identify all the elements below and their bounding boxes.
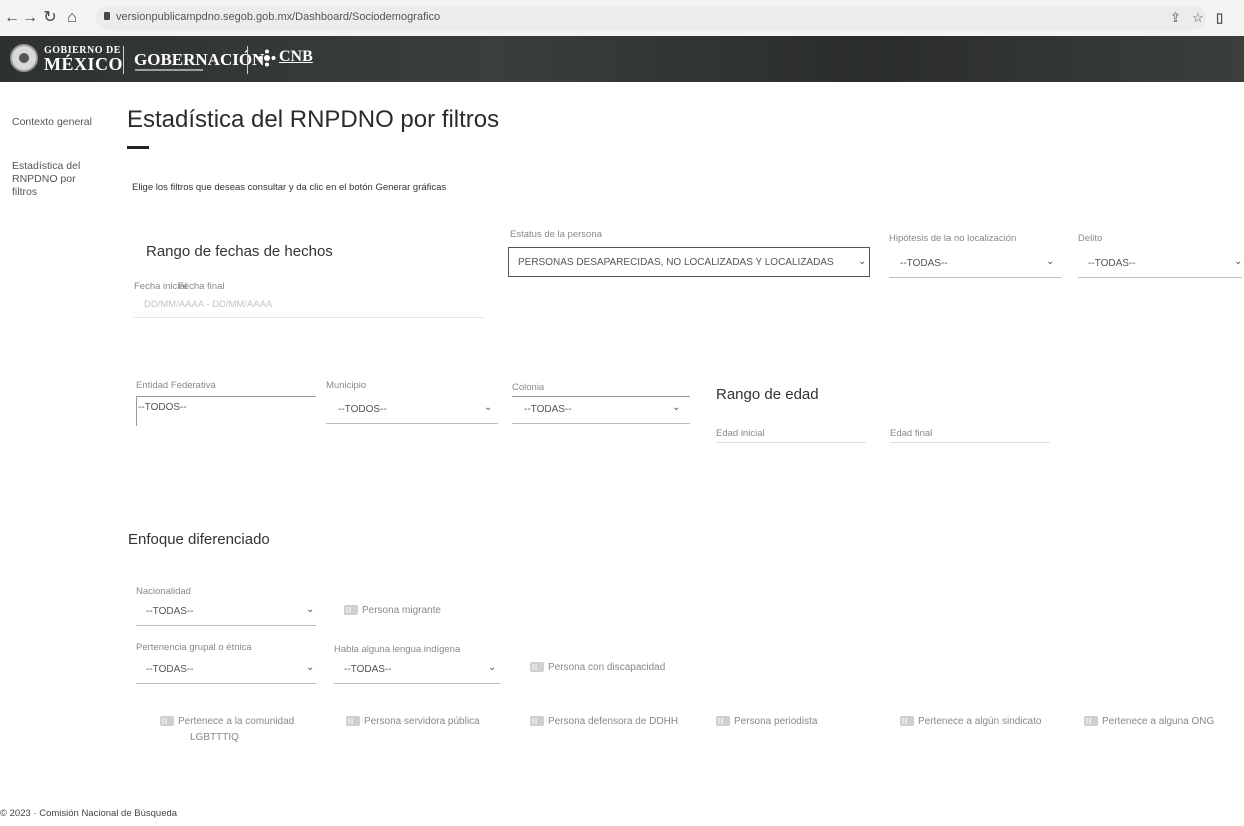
- pertenencia-select[interactable]: --TODAS--: [146, 664, 194, 675]
- fecha-final-label: Fecha final: [178, 281, 225, 292]
- toggle-icon[interactable]: [1084, 716, 1098, 726]
- chevron-down-icon: ⌄: [484, 402, 493, 413]
- estatus-value: PERSONAS DESAPARECIDAS, NO LOCALIZADAS Y…: [518, 257, 834, 268]
- entidad-select[interactable]: --TODOS--: [138, 402, 187, 413]
- hipotesis-select[interactable]: --TODAS--: [900, 258, 948, 269]
- toggle-icon[interactable]: [530, 716, 544, 726]
- forward-icon[interactable]: →: [20, 8, 40, 28]
- hipotesis-label: Hipótesis de la no localización: [889, 233, 1017, 244]
- star-icon[interactable]: ☆: [1192, 10, 1204, 26]
- hipotesis-underline: [889, 277, 1061, 278]
- pertenencia-underline: [136, 683, 316, 684]
- reload-icon[interactable]: ↻: [40, 8, 60, 28]
- date-range-input[interactable]: DD/MM/AAAA - DD/MM/AAAA: [144, 299, 272, 310]
- divider: [247, 46, 248, 74]
- toggle-icon[interactable]: [160, 716, 174, 726]
- edad-section-title: Rango de edad: [716, 386, 819, 403]
- sindicato-label[interactable]: Pertenece a algún sindicato: [918, 716, 1041, 727]
- chevron-down-icon: ⌄: [1234, 256, 1243, 267]
- municipio-select[interactable]: --TODOS--: [338, 404, 387, 415]
- fechas-section-title: Rango de fechas de hechos: [146, 243, 333, 260]
- date-range-underline: [134, 317, 484, 318]
- share-icon[interactable]: ⇪: [1170, 10, 1181, 26]
- sidebar-item-estadistica[interactable]: Estadística del RNPDNO por filtros: [12, 160, 92, 199]
- toggle-icon[interactable]: [344, 605, 358, 615]
- colonia-select[interactable]: --TODAS--: [524, 404, 572, 415]
- lgbttiq-label[interactable]: Pertenece a la comunidad: [178, 716, 294, 727]
- entidad-border: [136, 396, 137, 426]
- municipio-underline: [326, 423, 498, 424]
- lengua-label: Habla alguna lengua indígena: [334, 644, 461, 655]
- chevron-down-icon: ⌄: [1046, 256, 1055, 267]
- nacionalidad-select[interactable]: --TODAS--: [146, 606, 194, 617]
- chevron-down-icon: ⌄: [858, 256, 867, 267]
- nacionalidad-label: Nacionalidad: [136, 586, 191, 597]
- instructions-text: Elige los filtros que deseas consultar y…: [132, 182, 447, 193]
- delito-select[interactable]: --TODAS--: [1088, 258, 1136, 269]
- lengua-underline: [334, 683, 500, 684]
- lengua-select[interactable]: --TODAS--: [344, 664, 392, 675]
- servidora-label[interactable]: Persona servidora pública: [364, 716, 480, 727]
- home-icon[interactable]: ⌂: [62, 8, 82, 28]
- chevron-down-icon: ⌄: [306, 604, 315, 615]
- chevron-down-icon: ⌄: [306, 662, 315, 673]
- divider: [123, 46, 124, 74]
- migrante-label[interactable]: Persona migrante: [362, 605, 441, 616]
- title-underline: [127, 146, 149, 149]
- toggle-icon[interactable]: [900, 716, 914, 726]
- seal-icon: [10, 44, 38, 72]
- toggle-icon[interactable]: [530, 662, 544, 672]
- colonia-label: Colonia: [512, 382, 545, 393]
- periodista-label[interactable]: Persona periodista: [734, 716, 817, 727]
- ong-label[interactable]: Pertenece a alguna ONG: [1102, 716, 1214, 727]
- edad-inicial-input[interactable]: Edad inicial: [716, 428, 765, 439]
- sidebar-icon[interactable]: ▯: [1216, 10, 1223, 26]
- page-title: Estadística del RNPDNO por filtros: [127, 106, 500, 133]
- edad-inicial-underline: [716, 442, 866, 443]
- edad-final-underline: [890, 442, 1050, 443]
- entidad-label: Entidad Federativa: [136, 380, 216, 391]
- toggle-icon[interactable]: [346, 716, 360, 726]
- back-icon[interactable]: ←: [2, 8, 22, 28]
- delito-label: Delito: [1078, 233, 1103, 244]
- footer-text: © 2023 · Comisión Nacional de Búsqueda: [0, 808, 178, 819]
- gob-mexico-logo[interactable]: MÉXICO: [44, 54, 123, 75]
- gobernacion-logo[interactable]: GOBERNACIÓN: [134, 50, 264, 70]
- discapacidad-label[interactable]: Persona con discapacidad: [548, 662, 665, 673]
- colonia-underline: [512, 423, 690, 424]
- pertenencia-label: Pertenencia grupal o étnica: [136, 642, 252, 653]
- estatus-label: Estatus de la persona: [510, 229, 602, 240]
- cnb-emblem-icon: [258, 49, 276, 67]
- chevron-down-icon: ⌄: [488, 662, 497, 673]
- entidad-topline: [136, 396, 316, 397]
- cnb-logo[interactable]: CNB: [279, 48, 313, 66]
- delito-underline: [1078, 277, 1242, 278]
- lgbttiq-label-line2[interactable]: LGBTTTIQ: [190, 732, 239, 743]
- url-text[interactable]: versionpublicampdno.segob.gob.mx/Dashboa…: [116, 11, 440, 23]
- colonia-topline: [512, 396, 690, 397]
- toggle-icon[interactable]: [716, 716, 730, 726]
- edad-final-input[interactable]: Edad final: [890, 428, 932, 439]
- defensora-label[interactable]: Persona defensora de DDHH: [548, 716, 678, 727]
- chevron-down-icon: ⌄: [672, 402, 681, 413]
- lock-icon[interactable]: [104, 12, 110, 20]
- sidebar-item-contexto[interactable]: Contexto general: [12, 116, 102, 129]
- municipio-label: Municipio: [326, 380, 367, 391]
- gobernacion-subline: [135, 69, 203, 71]
- nacionalidad-underline: [136, 625, 316, 626]
- enfoque-section-title: Enfoque diferenciado: [128, 531, 270, 548]
